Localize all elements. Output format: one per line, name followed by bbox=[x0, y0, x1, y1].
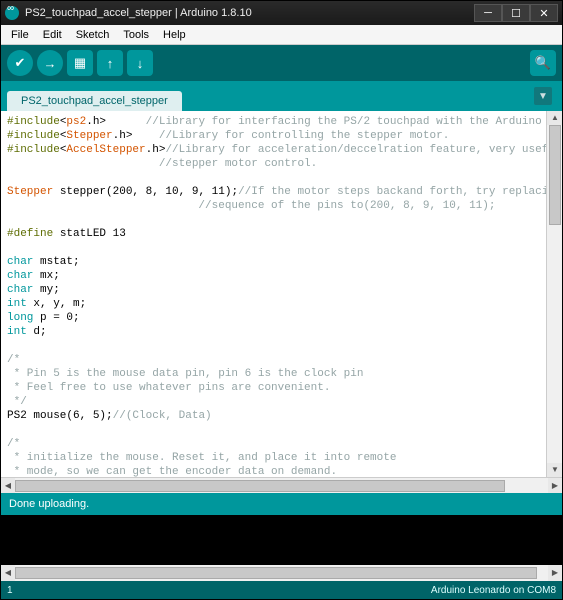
scroll-thumb[interactable] bbox=[549, 125, 561, 225]
status-bar: Done uploading. bbox=[1, 493, 562, 515]
code-token: int bbox=[7, 298, 27, 310]
code-token: x, y, m; bbox=[27, 298, 86, 310]
scroll-up-arrow-icon[interactable]: ▲ bbox=[547, 111, 562, 125]
code-token: .h> bbox=[113, 130, 133, 142]
scroll-right-arrow-icon[interactable]: ▶ bbox=[548, 478, 562, 494]
code-comment: //sequence of the pins to(200, 8, 9, 10,… bbox=[7, 200, 495, 212]
status-message: Done uploading. bbox=[9, 498, 89, 510]
scroll-left-arrow-icon[interactable]: ◀ bbox=[1, 565, 15, 581]
code-token: Stepper bbox=[7, 186, 53, 198]
menu-file[interactable]: File bbox=[5, 27, 35, 43]
code-comment: //(Clock, Data) bbox=[113, 410, 212, 422]
menu-help[interactable]: Help bbox=[157, 27, 192, 43]
code-token: statLED 13 bbox=[53, 228, 126, 240]
new-sketch-button[interactable]: ▦ bbox=[67, 50, 93, 76]
arduino-icon bbox=[5, 6, 19, 20]
code-token: #include bbox=[7, 144, 60, 156]
app-window: PS2_touchpad_accel_stepper | Arduino 1.8… bbox=[0, 0, 563, 600]
code-comment: * initialize the mouse. Reset it, and pl… bbox=[7, 452, 396, 464]
verify-button[interactable]: ✔ bbox=[7, 50, 33, 76]
code-token: ps2 bbox=[66, 116, 86, 128]
code-token: mstat; bbox=[33, 256, 79, 268]
tab-bar: PS2_touchpad_accel_stepper ▼ bbox=[1, 81, 562, 111]
footer-bar: 1 Arduino Leonardo on COM8 bbox=[1, 581, 562, 599]
code-token: stepper(200, 8, 10, 9, 11); bbox=[53, 186, 238, 198]
code-editor[interactable]: #include<ps2.h> //Library for interfacin… bbox=[1, 111, 546, 477]
code-token: char bbox=[7, 270, 33, 282]
console-output[interactable] bbox=[1, 515, 562, 565]
code-token: .h> bbox=[146, 144, 166, 156]
scroll-track[interactable] bbox=[15, 478, 548, 494]
code-comment: * Pin 5 is the mouse data pin, pin 6 is … bbox=[7, 368, 363, 380]
code-comment: //Library for interfacing the PS/2 touch… bbox=[106, 116, 546, 128]
scroll-thumb[interactable] bbox=[15, 567, 537, 579]
title-bar[interactable]: PS2_touchpad_accel_stepper | Arduino 1.8… bbox=[1, 1, 562, 25]
code-comment: /* bbox=[7, 438, 20, 450]
menu-tools[interactable]: Tools bbox=[117, 27, 155, 43]
code-comment: */ bbox=[7, 396, 27, 408]
code-token: #define bbox=[7, 228, 53, 240]
scroll-thumb[interactable] bbox=[15, 480, 505, 492]
menu-edit[interactable]: Edit bbox=[37, 27, 68, 43]
scroll-track[interactable] bbox=[15, 565, 548, 581]
code-comment: /* bbox=[7, 354, 20, 366]
code-comment: //Library for acceleration/deccelration … bbox=[165, 144, 546, 156]
editor-wrap: #include<ps2.h> //Library for interfacin… bbox=[1, 111, 562, 477]
minimize-button[interactable]: ─ bbox=[474, 4, 502, 22]
save-sketch-button[interactable]: ↓ bbox=[127, 50, 153, 76]
code-token: p = 0; bbox=[33, 312, 79, 324]
code-token: #include bbox=[7, 116, 60, 128]
open-sketch-button[interactable]: ↑ bbox=[97, 50, 123, 76]
serial-monitor-button[interactable]: 🔍 bbox=[530, 50, 556, 76]
scroll-left-arrow-icon[interactable]: ◀ bbox=[1, 478, 15, 494]
code-token: AccelStepper bbox=[66, 144, 145, 156]
code-token: #include bbox=[7, 130, 60, 142]
editor-vertical-scrollbar[interactable]: ▲ ▼ bbox=[546, 111, 562, 477]
code-comment: * mode, so we can get the encoder data o… bbox=[7, 466, 337, 477]
code-token: char bbox=[7, 256, 33, 268]
upload-button[interactable]: → bbox=[37, 50, 63, 76]
code-token: PS2 mouse(6, 5); bbox=[7, 410, 113, 422]
code-token: int bbox=[7, 326, 27, 338]
code-comment: //Library for controlling the stepper mo… bbox=[132, 130, 449, 142]
maximize-button[interactable]: ☐ bbox=[502, 4, 530, 22]
window-controls: ─ ☐ ✕ bbox=[474, 4, 558, 22]
toolbar: ✔ → ▦ ↑ ↓ 🔍 bbox=[1, 45, 562, 81]
close-button[interactable]: ✕ bbox=[530, 4, 558, 22]
code-token: my; bbox=[33, 284, 59, 296]
code-token: long bbox=[7, 312, 33, 324]
code-token: char bbox=[7, 284, 33, 296]
tab-active[interactable]: PS2_touchpad_accel_stepper bbox=[7, 91, 182, 111]
code-token: Stepper bbox=[66, 130, 112, 142]
editor-horizontal-scrollbar[interactable]: ◀ ▶ bbox=[1, 477, 562, 493]
line-number: 1 bbox=[7, 585, 431, 596]
board-info: Arduino Leonardo on COM8 bbox=[431, 585, 556, 596]
console-horizontal-scrollbar[interactable]: ◀ ▶ bbox=[1, 565, 562, 581]
code-comment: //If the motor steps backand forth, try … bbox=[238, 186, 546, 198]
code-comment: * Feel free to use whatever pins are con… bbox=[7, 382, 330, 394]
scroll-down-arrow-icon[interactable]: ▼ bbox=[547, 463, 562, 477]
scroll-right-arrow-icon[interactable]: ▶ bbox=[548, 565, 562, 581]
menu-bar: File Edit Sketch Tools Help bbox=[1, 25, 562, 45]
menu-sketch[interactable]: Sketch bbox=[70, 27, 116, 43]
code-token: mx; bbox=[33, 270, 59, 282]
tab-menu-button[interactable]: ▼ bbox=[534, 87, 552, 105]
code-comment: //stepper motor control. bbox=[7, 158, 317, 170]
code-token: .h> bbox=[86, 116, 106, 128]
code-token: d; bbox=[27, 326, 47, 338]
window-title: PS2_touchpad_accel_stepper | Arduino 1.8… bbox=[25, 7, 474, 19]
